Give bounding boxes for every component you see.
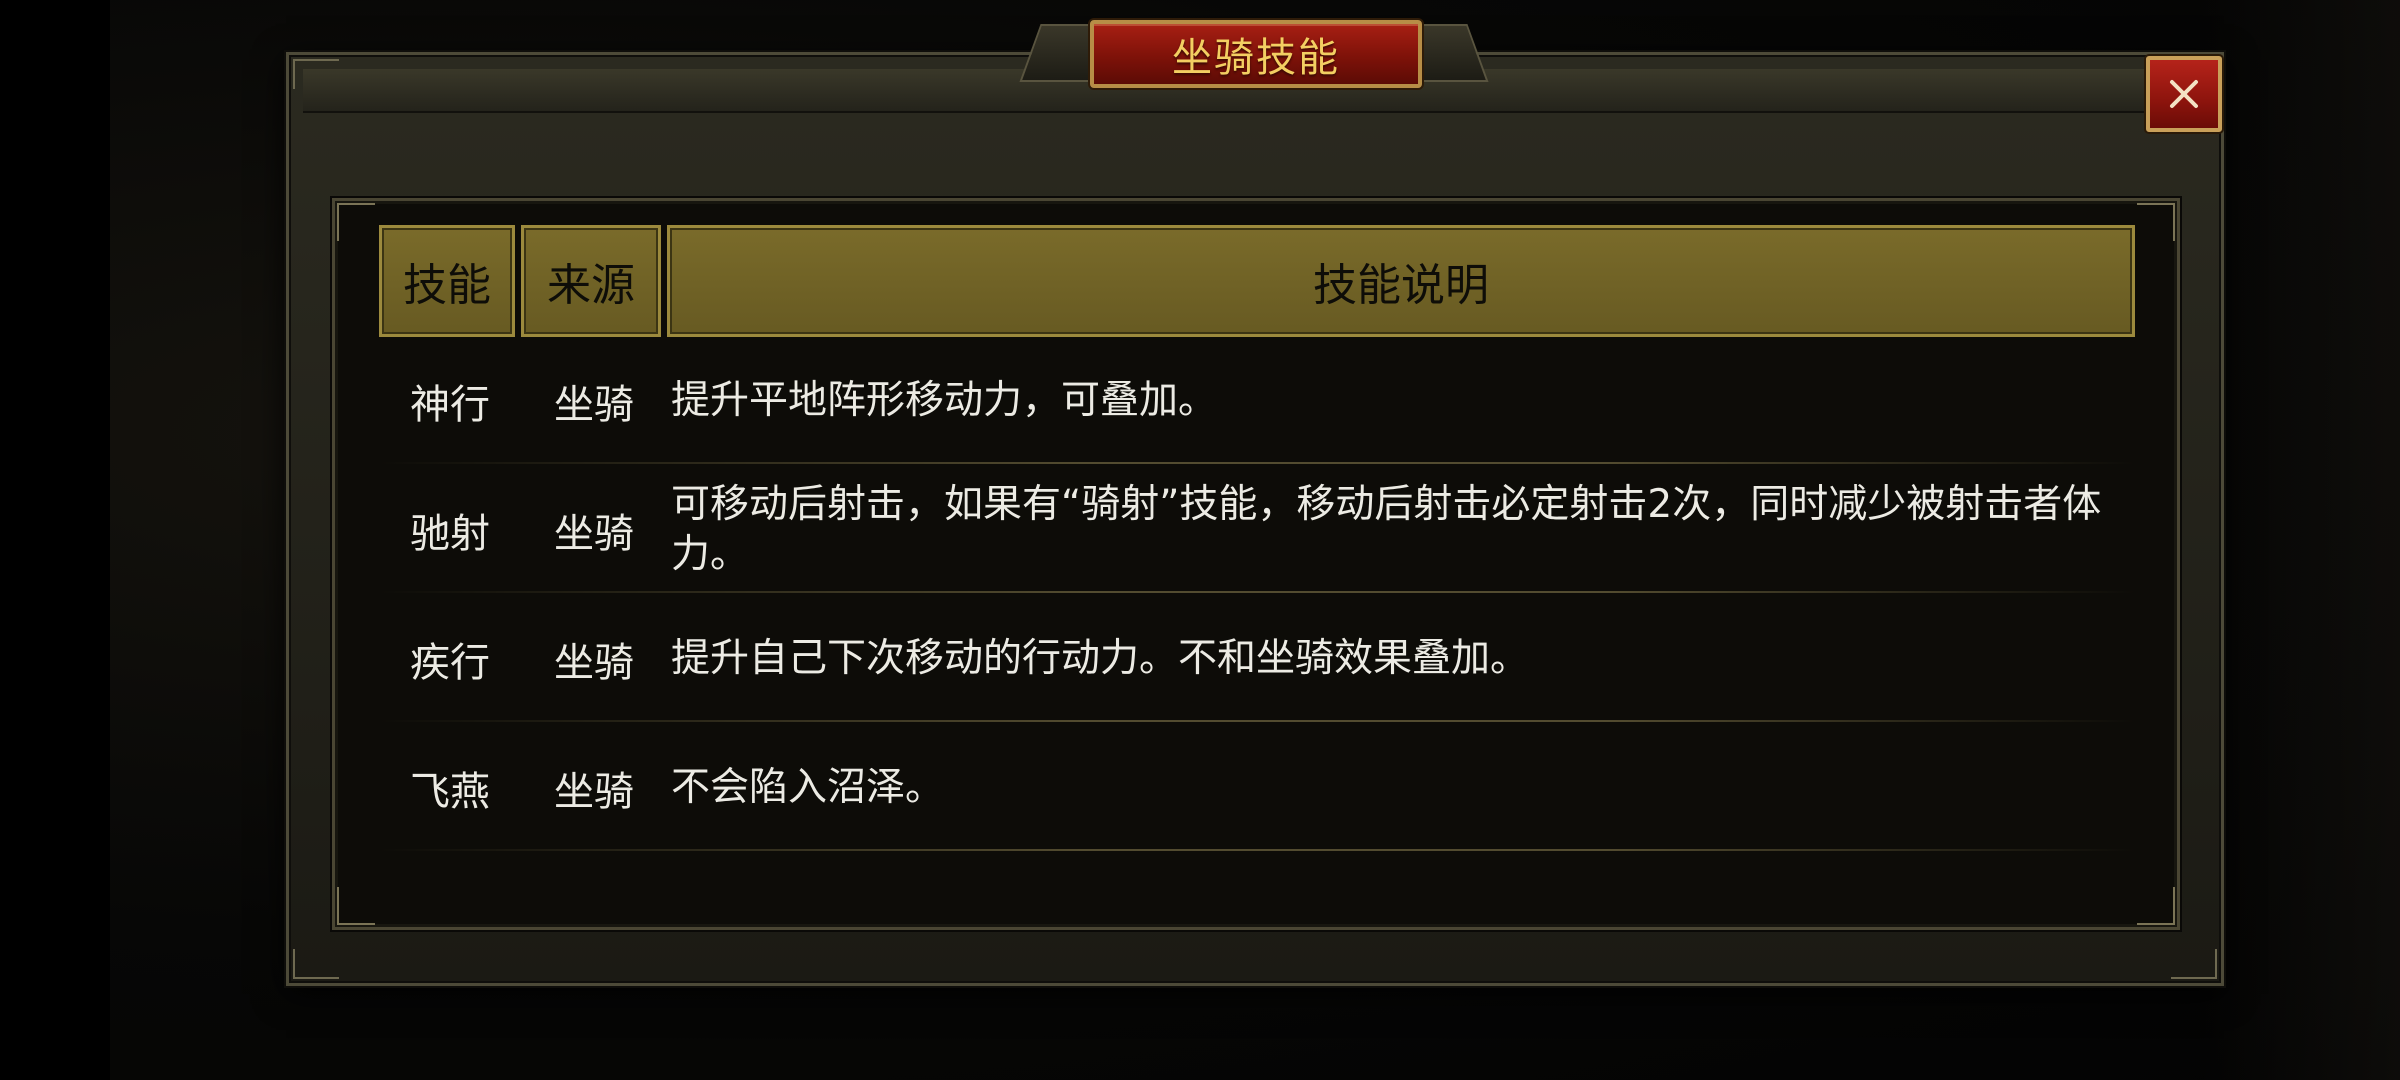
- dialog-corner-ornament: [293, 59, 339, 89]
- skill-source: 坐骑: [554, 510, 634, 557]
- game-screen: 坐骑技能 技能 来源 技能说明 神行 坐骑 提升平地阵形移动力，可叠加。 驰射: [0, 0, 2400, 1080]
- table-row: 神行 坐骑 提升平地阵形移动力，可叠加。: [379, 337, 2135, 466]
- table-row: 驰射 坐骑 可移动后射击，如果有“骑射”技能，移动后射击必定射击2次，同时减少被…: [379, 466, 2135, 595]
- skills-table: 技能 来源 技能说明 神行 坐骑 提升平地阵形移动力，可叠加。 驰射 坐骑 可移…: [379, 225, 2135, 853]
- close-icon: [2170, 80, 2198, 108]
- skill-name: 飞燕: [410, 768, 490, 815]
- dialog-title: 坐骑技能: [1172, 35, 1340, 81]
- skill-name: 神行: [410, 381, 490, 428]
- skill-description: 可移动后射击，如果有“骑射”技能，移动后射击必定射击2次，同时减少被射击者体力。: [671, 481, 2102, 577]
- table-row: 疾行 坐骑 提升自己下次移动的行动力。不和坐骑效果叠加。: [379, 595, 2135, 724]
- background-scene: [2200, 0, 2400, 1080]
- dialog-corner-ornament: [293, 949, 339, 979]
- panel-corner-ornament: [2137, 887, 2175, 925]
- panel-corner-ornament: [2137, 203, 2175, 241]
- header-skill: 技能: [379, 225, 515, 337]
- skill-source: 坐骑: [554, 381, 634, 428]
- skill-description: 提升自己下次移动的行动力。不和坐骑效果叠加。: [671, 635, 1530, 681]
- dialog-title-plate: 坐骑技能: [1090, 20, 1422, 88]
- table-header: 技能 来源 技能说明: [379, 225, 2135, 337]
- skill-source: 坐骑: [554, 768, 634, 815]
- skill-source: 坐骑: [554, 639, 634, 686]
- table-row: 飞燕 坐骑 不会陷入沼泽。: [379, 724, 2135, 853]
- skills-panel: 技能 来源 技能说明 神行 坐骑 提升平地阵形移动力，可叠加。 驰射 坐骑 可移…: [332, 198, 2180, 930]
- skill-description: 提升平地阵形移动力，可叠加。: [671, 377, 1218, 423]
- screen-left-edge: [0, 0, 110, 1080]
- header-description: 技能说明: [667, 225, 2135, 337]
- close-button[interactable]: [2146, 56, 2222, 132]
- dialog-corner-ornament: [2171, 949, 2217, 979]
- panel-corner-ornament: [337, 203, 375, 241]
- header-source: 来源: [521, 225, 661, 337]
- skill-name: 驰射: [410, 510, 490, 557]
- panel-corner-ornament: [337, 887, 375, 925]
- skill-description: 不会陷入沼泽。: [671, 764, 945, 810]
- skill-name: 疾行: [410, 639, 490, 686]
